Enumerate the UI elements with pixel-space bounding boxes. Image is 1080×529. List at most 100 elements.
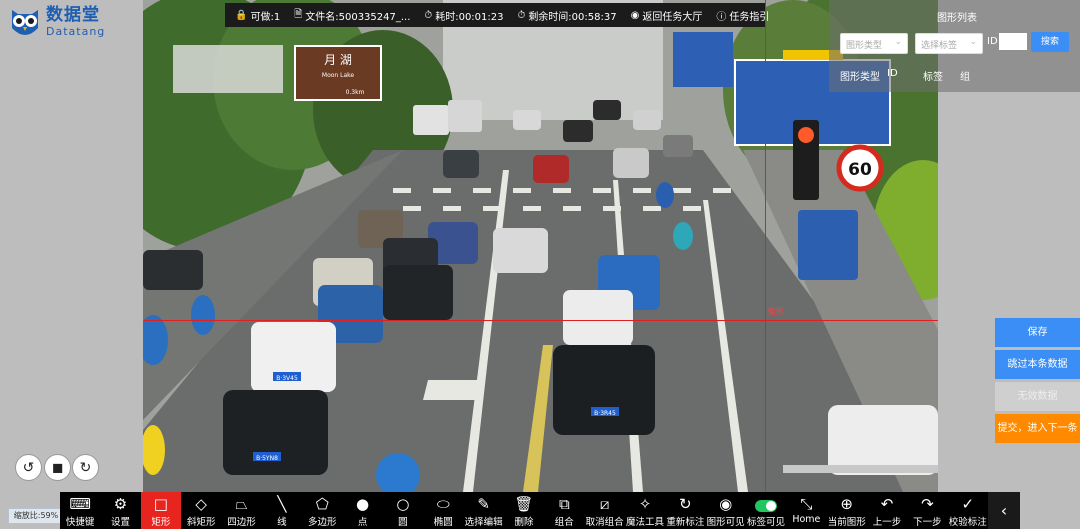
owl-logo-icon: [12, 10, 38, 35]
select-value: 选择标签: [921, 41, 958, 51]
tool-polygon-button[interactable]: ⬠ 多边形: [302, 492, 342, 529]
chevron-down-icon: ⌄: [894, 37, 902, 47]
label-select[interactable]: 选择标签 ⌄: [915, 33, 983, 54]
tool-label: 线: [277, 517, 287, 528]
rotate-left-button[interactable]: ↺: [15, 454, 42, 481]
rotate-right-button[interactable]: ↻: [72, 454, 99, 481]
stop-button[interactable]: ◼: [44, 454, 71, 481]
tool-point-button[interactable]: ● 点: [342, 492, 382, 529]
shape-list-panel: 图形列表 图形类型 ⌄ 选择标签 ⌄ ID 搜索 图形类型 ID 标签 组: [829, 0, 1080, 92]
target-icon: ⊕: [840, 495, 853, 513]
tool-label: 图形可见: [706, 517, 745, 528]
tool-relabel-button[interactable]: ↻ 重新标注: [665, 492, 705, 529]
tool-shortcut-button[interactable]: ⌨ 快捷键: [60, 492, 100, 529]
road-sign-text: 月 湖: [324, 52, 352, 67]
tool-home-button[interactable]: ⤡ Home: [786, 492, 826, 529]
label-visible-toggle[interactable]: [755, 499, 778, 512]
submit-next-button[interactable]: 提交，进入下一条: [995, 414, 1080, 443]
redo-icon: ↷: [921, 495, 934, 513]
column-header-label: 标签: [923, 72, 943, 83]
fullscreen-icon: ⤡: [800, 495, 813, 513]
tool-line-button[interactable]: ╲ 线: [262, 492, 302, 529]
tool-ellipse-button[interactable]: ⬭ 椭圆: [423, 492, 463, 529]
keyboard-icon: ⌨: [69, 495, 91, 513]
crosshair-horizontal: [143, 320, 938, 321]
group-icon: ⧉: [558, 495, 570, 513]
toggle-icon: [755, 495, 778, 513]
plate-text: B·5YN8: [256, 455, 278, 462]
circle-icon: ○: [396, 495, 410, 513]
tool-oblique-rect-button[interactable]: ◇ 斜矩形: [181, 492, 221, 529]
info-elapsed: ⏱ 耗时:00:01:23: [424, 8, 503, 23]
tool-label: 取消组合: [585, 517, 624, 528]
tool-label: Home: [792, 514, 821, 525]
rotate-left-icon: ↺: [22, 459, 35, 476]
link-text: 任务指引: [729, 11, 770, 23]
gear-icon: ⚙: [113, 495, 128, 513]
tool-prev-button[interactable]: ↶ 上一步: [867, 492, 907, 529]
road-sign-km: 0.3km: [346, 89, 365, 96]
info-can-do: 🔒 可做:1: [235, 8, 280, 23]
tool-circle-button[interactable]: ○ 圆: [383, 492, 423, 529]
tool-next-button[interactable]: ↷ 下一步: [907, 492, 947, 529]
column-header-group: 组: [960, 72, 970, 83]
info-filename: 🗎 文件名:500335247_...: [294, 7, 410, 24]
ellipse-icon: ⬭: [436, 495, 450, 513]
tool-delete-button[interactable]: 🗑 删除: [504, 492, 544, 529]
edit-icon: ✎: [477, 495, 490, 513]
tool-ungroup-button[interactable]: ⧄ 取消组合: [584, 492, 624, 529]
tool-select-edit-button[interactable]: ✎ 选择编辑: [463, 492, 503, 529]
collapse-toolbar-button[interactable]: ‹: [988, 492, 1020, 529]
search-button[interactable]: 搜索: [1031, 32, 1069, 52]
guide-icon: ⓘ: [716, 11, 727, 23]
ungroup-icon: ⧄: [599, 495, 610, 513]
eye-icon: ◉: [719, 495, 733, 513]
info-text: 剩余时间:00:58:37: [528, 11, 617, 23]
tool-magic-button[interactable]: ✧ 魔法工具: [625, 492, 665, 529]
return-to-hall-link[interactable]: ◉ 返回任务大厅: [631, 8, 703, 23]
crosshair-label: 矩形: [768, 307, 784, 316]
point-icon: ●: [356, 495, 370, 513]
info-text: 耗时:00:01:23: [435, 11, 504, 23]
tool-label: 椭圆: [433, 517, 453, 528]
lock-icon: 🔒: [235, 9, 248, 21]
line-icon: ╲: [277, 495, 287, 513]
info-text: 可做:1: [250, 11, 281, 23]
stop-icon: ◼: [51, 459, 64, 476]
brand-name-en: Datatang: [46, 25, 106, 38]
column-header-id: ID: [887, 68, 898, 79]
chevron-down-icon: ⌄: [969, 37, 977, 47]
undo-icon: ↶: [880, 495, 894, 513]
tool-verify-button[interactable]: ✓ 校验标注: [948, 492, 988, 529]
task-guide-link[interactable]: ⓘ 任务指引: [716, 8, 769, 23]
id-input[interactable]: [999, 33, 1027, 50]
id-label: ID: [987, 36, 998, 47]
tool-shape-visible-button[interactable]: ◉ 图形可见: [706, 492, 746, 529]
column-header-type: 图形类型: [840, 72, 880, 83]
road-sign-en: Moon Lake: [322, 72, 355, 79]
image-canvas[interactable]: B·3V45 B·3R45 B·5YN8 月 湖 Moon Lake 0.3km…: [143, 0, 938, 492]
diamond-icon: ◇: [195, 495, 207, 513]
refresh-icon: ↻: [679, 495, 692, 513]
tool-quad-button[interactable]: ⏢ 四边形: [221, 492, 261, 529]
tool-group-button[interactable]: ⧉ 组合: [544, 492, 584, 529]
bottom-toolbar: ⌨ 快捷键 ⚙ 设置 □ 矩形 ◇ 斜矩形 ⏢ 四边形 ╲ 线 ⬠ 多边形 ● 点 ○ 圆 ⬭ 椭圆 ✎ 选择编辑 🗑 删除 ⧉…: [60, 492, 1020, 529]
tool-label-visible-button[interactable]: 标签可见: [746, 492, 786, 529]
shape-type-select[interactable]: 图形类型 ⌄: [840, 33, 908, 54]
polygon-icon: ⬠: [315, 495, 329, 513]
invalid-data-button[interactable]: 无效数据: [995, 382, 1080, 411]
select-value: 图形类型: [846, 41, 883, 51]
tool-settings-button[interactable]: ⚙ 设置: [100, 492, 140, 529]
tool-label: 删除: [514, 517, 534, 528]
tool-label: 校验标注: [948, 517, 987, 528]
chevron-left-icon: ‹: [1000, 501, 1008, 520]
zoom-ratio-label: 缩放比:59%: [8, 508, 64, 524]
tool-label: 矩形: [151, 517, 171, 528]
tool-current-shape-button[interactable]: ⊕ 当前图形: [827, 492, 867, 529]
save-button[interactable]: 保存: [995, 318, 1080, 347]
tool-rectangle-button[interactable]: □ 矩形: [140, 492, 182, 529]
panel-title: 图形列表: [937, 13, 977, 24]
crosshair-vertical: [765, 0, 766, 492]
skip-data-button[interactable]: 跳过本条数据: [995, 350, 1080, 379]
tool-label: 上一步: [872, 517, 902, 528]
